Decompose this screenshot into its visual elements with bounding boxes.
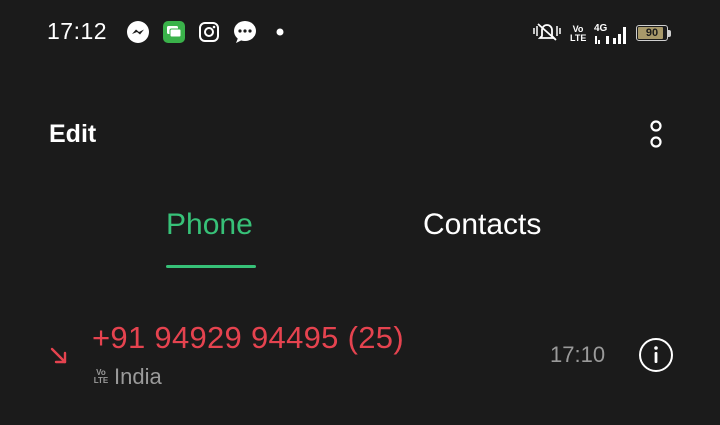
missed-incoming-icon (48, 345, 70, 372)
active-tab-indicator (166, 265, 256, 268)
messages-icon (162, 20, 186, 44)
status-bar: 17:12 Vo LTE 4G 90 (0, 0, 720, 64)
volte-indicator: Vo LTE (570, 23, 587, 43)
notification-icons (126, 20, 288, 44)
battery-indicator: 90 (636, 24, 674, 44)
chat-icon (232, 20, 258, 44)
dot-icon (270, 27, 288, 37)
call-volte-badge: Vo LTE (93, 368, 109, 385)
signal-icon (595, 26, 626, 44)
network-indicator: 4G (594, 23, 628, 45)
messenger-icon (126, 20, 150, 44)
tab-contacts[interactable]: Contacts (423, 208, 541, 242)
more-vert-icon[interactable] (644, 118, 668, 152)
battery-percent: 90 (645, 26, 659, 39)
system-icons: Vo LTE 4G 90 (532, 20, 674, 47)
call-location: India (114, 364, 162, 389)
vibrate-mute-icon (532, 20, 562, 47)
edit-button[interactable]: Edit (49, 120, 96, 149)
call-time: 17:10 (550, 342, 606, 367)
status-time: 17:12 (47, 18, 108, 44)
info-icon[interactable] (638, 337, 674, 373)
call-log-item[interactable]: +91 94929 94495 (25) Vo LTE India 17:10 (0, 310, 720, 400)
caller-number: +91 94929 94495 (25) (92, 320, 404, 355)
battery-tip (668, 29, 671, 37)
tab-phone[interactable]: Phone (166, 208, 253, 242)
instagram-icon (198, 21, 220, 43)
call-details: Vo LTE India (92, 364, 162, 390)
